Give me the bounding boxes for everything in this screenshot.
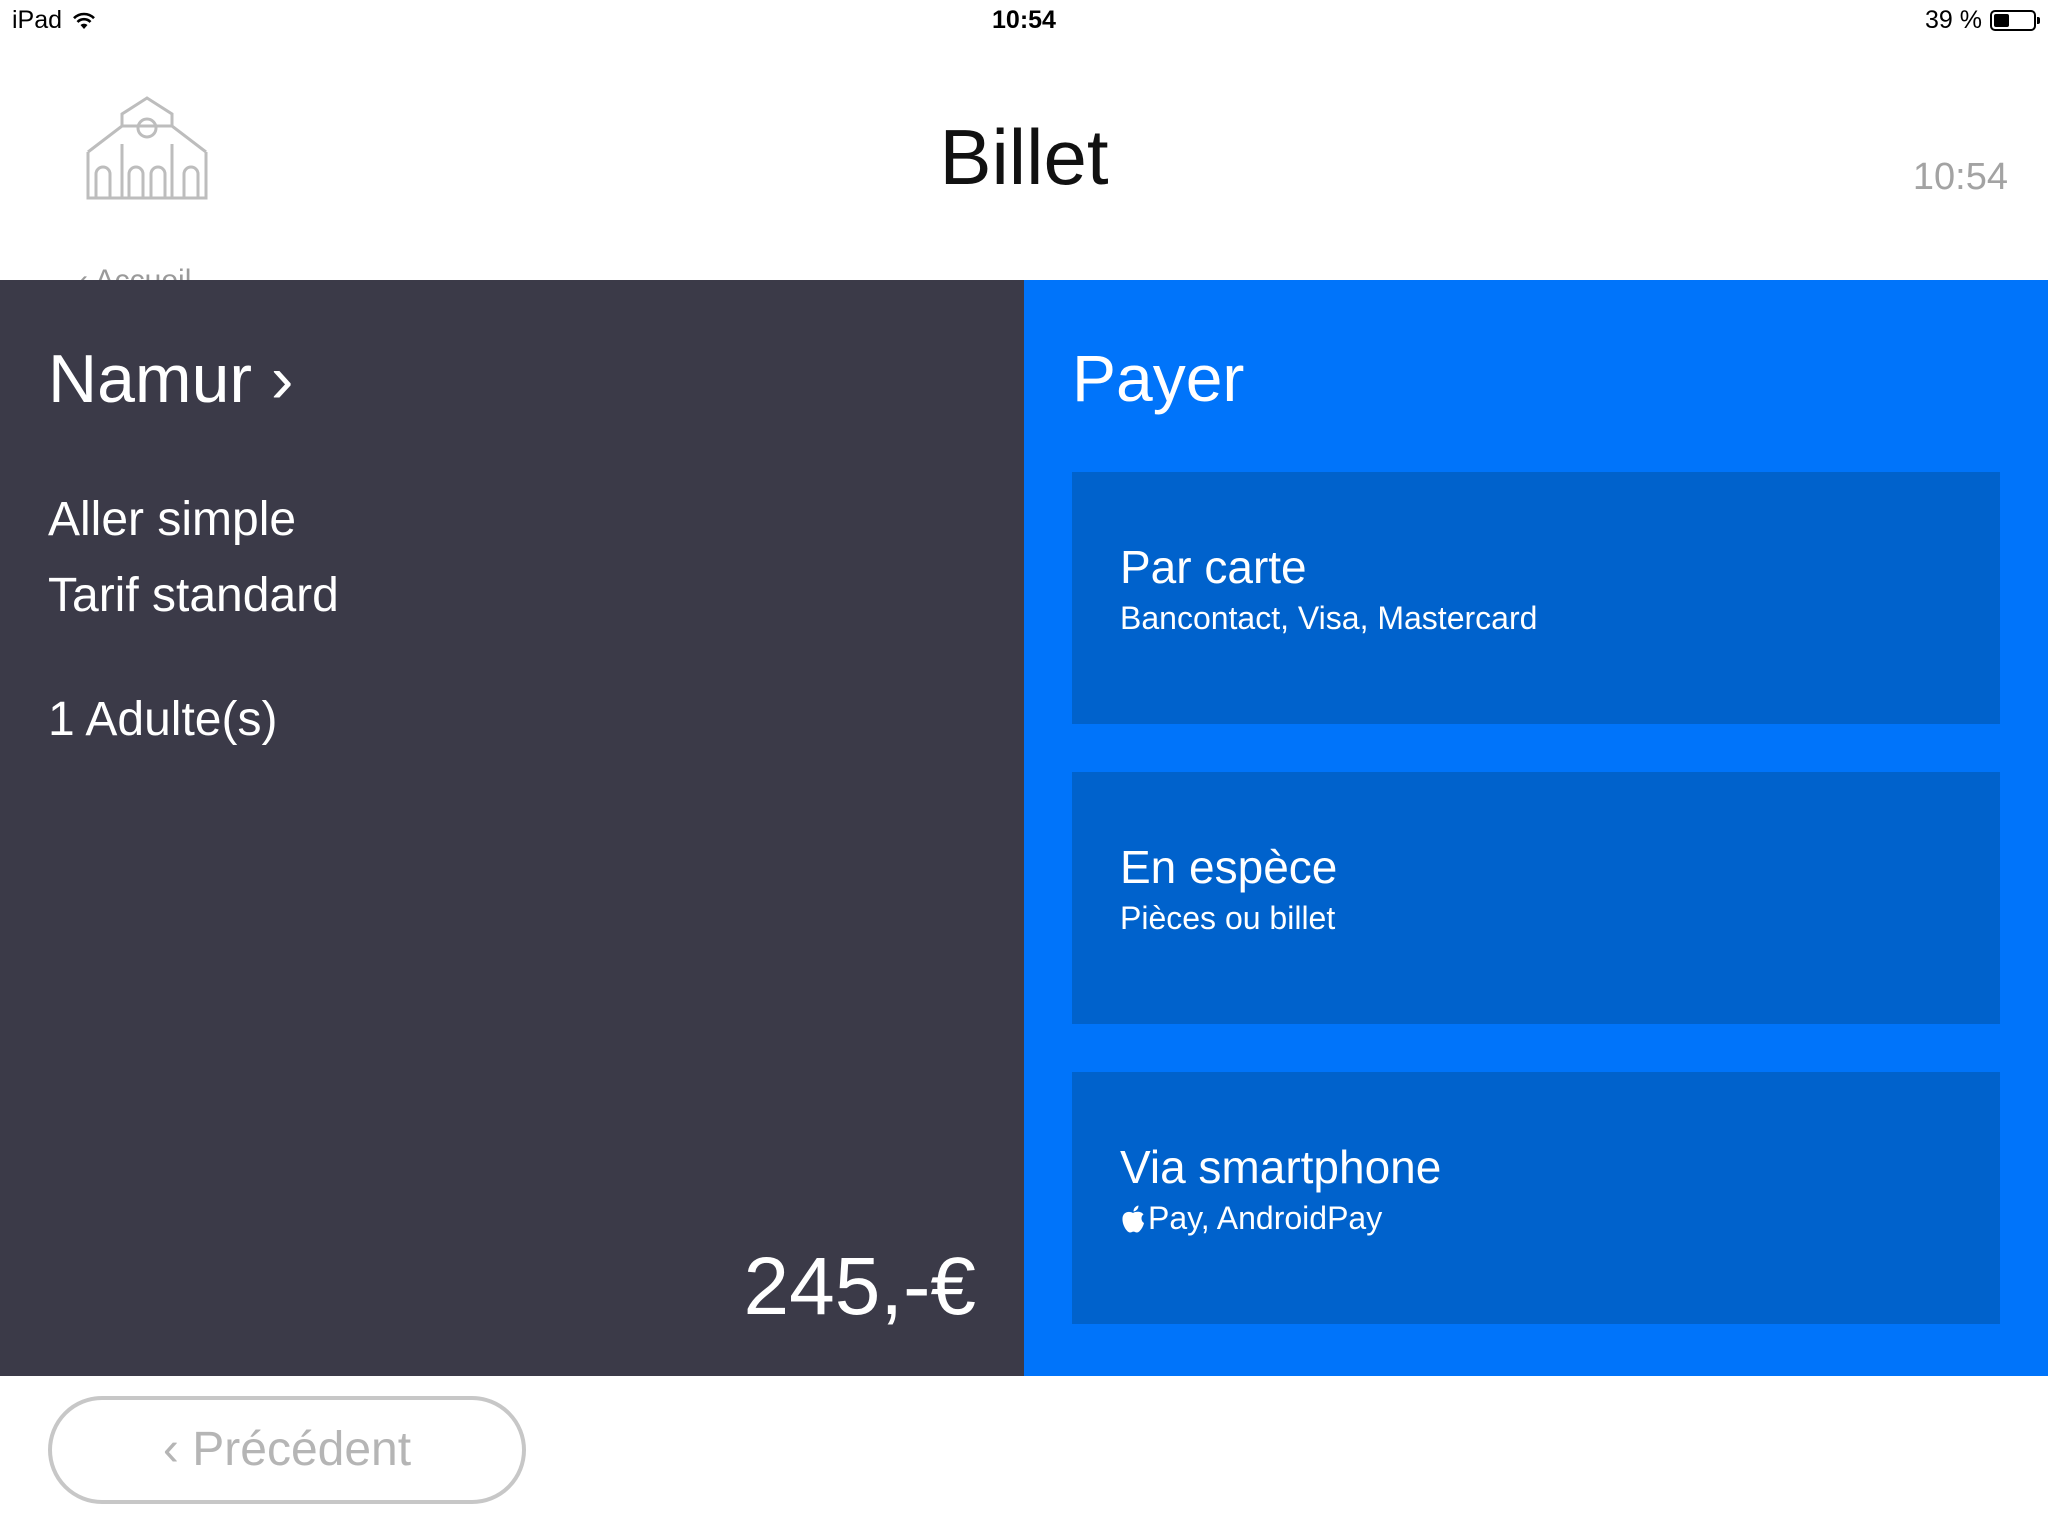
destination-link[interactable]: Namur › (48, 340, 294, 418)
fare-type: Tarif standard (48, 569, 339, 622)
option-subtitle: Pièces ou billet (1120, 900, 1335, 937)
battery-level (1994, 14, 2009, 27)
battery-icon (1990, 10, 2040, 31)
option-subtitle-text: Pièces ou billet (1120, 900, 1336, 936)
header-time: 10:54 (1912, 156, 2008, 198)
trip-type: Aller simple (48, 493, 297, 546)
pay-by-card-button[interactable]: Par carte Bancontact, Visa, Mastercard (1072, 472, 2000, 724)
previous-button[interactable]: ‹ Précédent (48, 1396, 526, 1504)
pay-cash-button[interactable]: En espèce Pièces ou billet (1072, 772, 2000, 1024)
page-title: Billet (939, 113, 1109, 201)
payment-panel: Payer Par carte Bancontact, Visa, Master… (1024, 280, 2048, 1376)
ticket-summary-panel: Namur › Aller simple Tarif standard 1 Ad… (0, 280, 1024, 1376)
status-right: 39 % (1925, 6, 2040, 35)
passenger-count: 1 Adulte(s) (48, 693, 278, 746)
apple-icon (1122, 1205, 1144, 1232)
screen: iPad 10:54 39 % Billet 10:54 Namur › All… (0, 0, 2048, 1536)
battery-percent: 39 % (1925, 6, 1982, 34)
ticket-price: 245,-€ (743, 1241, 976, 1332)
option-title: Via smartphone (1120, 1141, 1442, 1193)
option-subtitle-text: Bancontact, Visa, Mastercard (1120, 600, 1538, 636)
option-subtitle-text: Pay, AndroidPay (1148, 1200, 1383, 1236)
option-subtitle: Bancontact, Visa, Mastercard (1120, 600, 1537, 637)
option-title: En espèce (1120, 841, 1338, 893)
header: ‹ Accueil Billet 10:54 (0, 44, 2048, 297)
option-title: Par carte (1120, 541, 1307, 593)
status-time: 10:54 (992, 6, 1056, 34)
option-subtitle: Pay, AndroidPay (1120, 1200, 1382, 1237)
payment-title: Payer (1072, 341, 1245, 415)
pay-smartphone-button[interactable]: Via smartphone Pay, AndroidPay (1072, 1072, 2000, 1324)
status-bar: iPad 10:54 39 % (0, 0, 2048, 44)
